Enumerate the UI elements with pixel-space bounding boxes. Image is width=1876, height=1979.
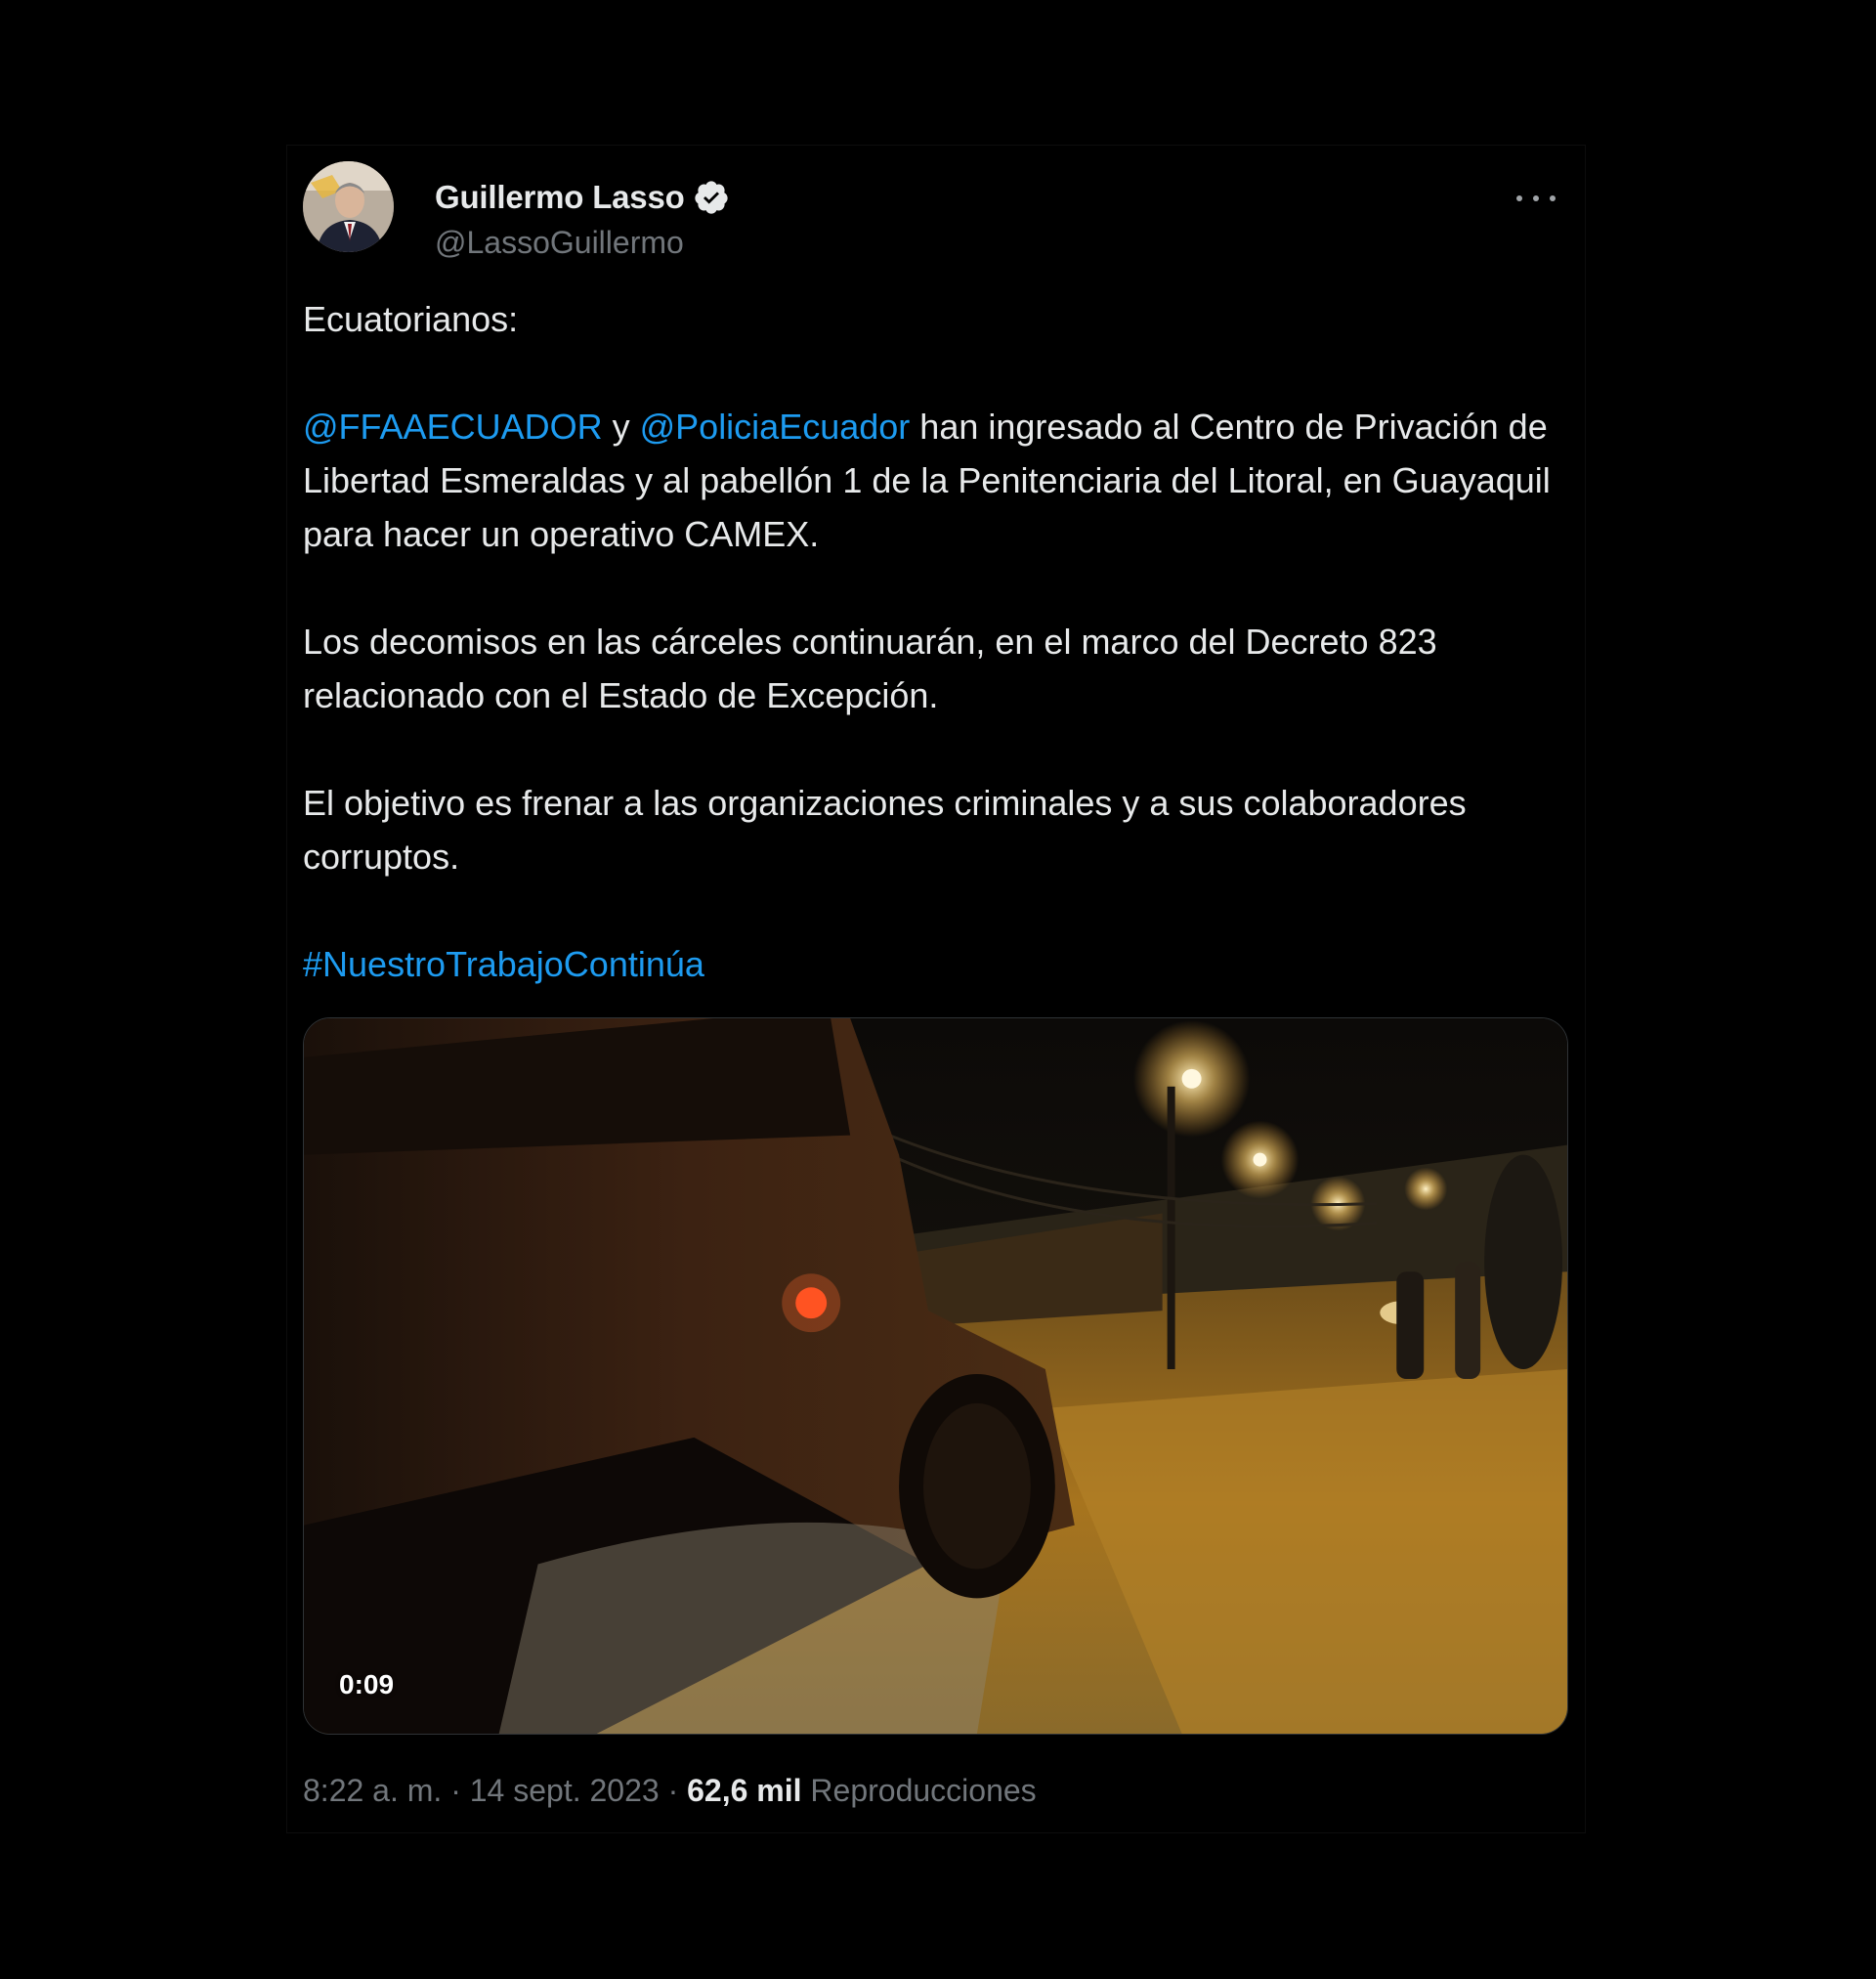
more-dot	[1550, 195, 1556, 201]
video-thumbnail	[304, 1018, 1567, 1734]
tweet-greeting: Ecuatorianos:	[303, 299, 519, 339]
meta-separator: ·	[442, 1773, 470, 1808]
tweet-text: Ecuatorianos: @FFAAECUADOR y @PoliciaEcu…	[303, 292, 1573, 991]
tweet-paragraph-2: Los decomisos en las cárceles continuará…	[303, 622, 1437, 715]
avatar-image	[303, 161, 394, 252]
more-dot	[1516, 195, 1522, 201]
author-name-row[interactable]: Guillermo Lasso	[435, 179, 730, 216]
tweet-header: Guillermo Lasso @LassoGuillermo	[303, 161, 1569, 260]
hashtag-link[interactable]: #NuestroTrabajoContinúa	[303, 944, 704, 984]
video-duration: 0:09	[339, 1669, 395, 1699]
tweet-connector: y	[602, 407, 640, 447]
author-handle[interactable]: @LassoGuillermo	[435, 225, 684, 261]
tweet-meta: 8:22 a. m. · 14 sept. 2023 · 62,6 mil Re…	[303, 1773, 1037, 1809]
more-options-icon[interactable]	[1516, 187, 1556, 210]
tweet-date[interactable]: 14 sept. 2023	[470, 1773, 660, 1808]
tweet-time[interactable]: 8:22 a. m.	[303, 1773, 442, 1808]
meta-separator: ·	[659, 1773, 688, 1808]
views-count: 62,6 mil	[687, 1773, 802, 1808]
mention-link[interactable]: @PoliciaEcuador	[640, 407, 911, 447]
avatar[interactable]	[303, 161, 394, 252]
tweet-card[interactable]: Guillermo Lasso @LassoGuillermo Ecuatori…	[286, 145, 1586, 1833]
more-dot	[1533, 195, 1539, 201]
author-display-name[interactable]: Guillermo Lasso	[435, 179, 685, 216]
tweet-paragraph-3: El objetivo es frenar a las organizacion…	[303, 783, 1467, 877]
verified-badge-icon[interactable]	[693, 179, 730, 216]
tweet-paragraph-1: @FFAAECUADOR y @PoliciaEcuador han ingre…	[303, 400, 1573, 561]
views-label: Reproducciones	[801, 1773, 1037, 1808]
mention-link[interactable]: @FFAAECUADOR	[303, 407, 603, 447]
video-player[interactable]: 0:09	[303, 1017, 1568, 1735]
